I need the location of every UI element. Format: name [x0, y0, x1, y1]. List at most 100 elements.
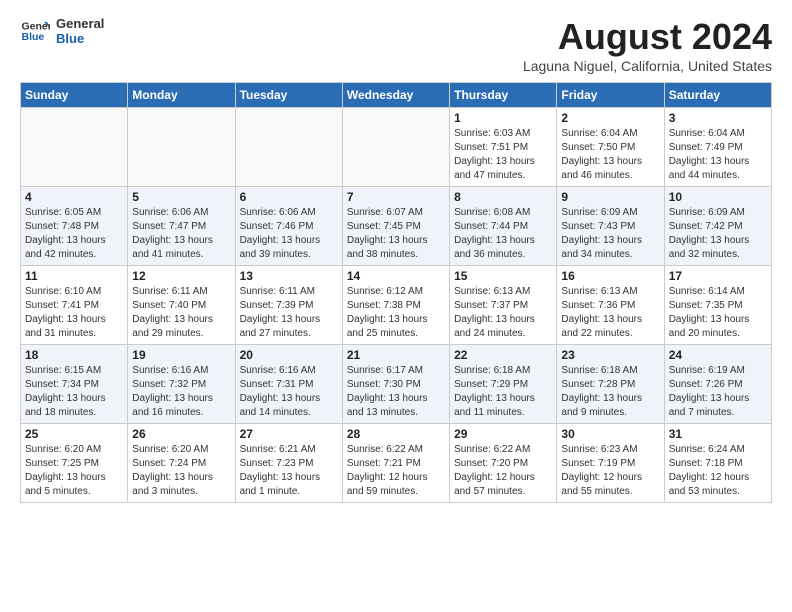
day-info: Sunrise: 6:24 AM Sunset: 7:18 PM Dayligh… [669, 443, 767, 499]
calendar-cell: 22 Sunrise: 6:18 AM Sunset: 7:29 PM Dayli… [450, 345, 557, 424]
day-number: 2 [561, 111, 659, 125]
day-number: 5 [132, 190, 230, 204]
calendar-cell: 31 Sunrise: 6:24 AM Sunset: 7:18 PM Dayli… [664, 424, 771, 503]
calendar-cell: 6 Sunrise: 6:06 AM Sunset: 7:46 PM Daylig… [235, 187, 342, 266]
day-info: Sunrise: 6:11 AM Sunset: 7:40 PM Dayligh… [132, 285, 230, 341]
logo-icon: General Blue [20, 16, 50, 46]
day-number: 12 [132, 269, 230, 283]
day-info: Sunrise: 6:19 AM Sunset: 7:26 PM Dayligh… [669, 364, 767, 420]
calendar-cell: 11 Sunrise: 6:10 AM Sunset: 7:41 PM Dayli… [21, 266, 128, 345]
day-info: Sunrise: 6:22 AM Sunset: 7:20 PM Dayligh… [454, 443, 552, 499]
day-number: 21 [347, 348, 445, 362]
calendar-cell: 15 Sunrise: 6:13 AM Sunset: 7:37 PM Dayli… [450, 266, 557, 345]
calendar-cell: 14 Sunrise: 6:12 AM Sunset: 7:38 PM Dayli… [342, 266, 449, 345]
calendar-cell: 3 Sunrise: 6:04 AM Sunset: 7:49 PM Daylig… [664, 108, 771, 187]
day-number: 9 [561, 190, 659, 204]
day-info: Sunrise: 6:09 AM Sunset: 7:42 PM Dayligh… [669, 206, 767, 262]
calendar-cell: 20 Sunrise: 6:16 AM Sunset: 7:31 PM Dayli… [235, 345, 342, 424]
calendar-cell: 1Sunrise: 6:03 AM Sunset: 7:51 PM Daylig… [450, 108, 557, 187]
column-header-friday: Friday [557, 83, 664, 108]
calendar-cell: 25 Sunrise: 6:20 AM Sunset: 7:25 PM Dayli… [21, 424, 128, 503]
calendar-cell: 2Sunrise: 6:04 AM Sunset: 7:50 PM Daylig… [557, 108, 664, 187]
day-info: Sunrise: 6:06 AM Sunset: 7:47 PM Dayligh… [132, 206, 230, 262]
day-number: 23 [561, 348, 659, 362]
calendar-cell: 4 Sunrise: 6:05 AM Sunset: 7:48 PM Daylig… [21, 187, 128, 266]
calendar-cell: 5 Sunrise: 6:06 AM Sunset: 7:47 PM Daylig… [128, 187, 235, 266]
calendar-cell: 18 Sunrise: 6:15 AM Sunset: 7:34 PM Dayli… [21, 345, 128, 424]
calendar-cell: 27 Sunrise: 6:21 AM Sunset: 7:23 PM Dayli… [235, 424, 342, 503]
day-number: 31 [669, 427, 767, 441]
day-info: Sunrise: 6:18 AM Sunset: 7:29 PM Dayligh… [454, 364, 552, 420]
calendar-cell: 26Sunrise: 6:20 AM Sunset: 7:24 PM Dayli… [128, 424, 235, 503]
calendar-cell: 17Sunrise: 6:14 AM Sunset: 7:35 PM Dayli… [664, 266, 771, 345]
column-header-sunday: Sunday [21, 83, 128, 108]
day-info: Sunrise: 6:08 AM Sunset: 7:44 PM Dayligh… [454, 206, 552, 262]
location: Laguna Niguel, California, United States [523, 58, 772, 74]
day-number: 7 [347, 190, 445, 204]
day-number: 17 [669, 269, 767, 283]
calendar-cell: 16 Sunrise: 6:13 AM Sunset: 7:36 PM Dayli… [557, 266, 664, 345]
day-info: Sunrise: 6:20 AM Sunset: 7:25 PM Dayligh… [25, 443, 123, 499]
calendar-week-2: 4 Sunrise: 6:05 AM Sunset: 7:48 PM Daylig… [21, 187, 772, 266]
calendar-cell: 13 Sunrise: 6:11 AM Sunset: 7:39 PM Dayli… [235, 266, 342, 345]
day-number: 16 [561, 269, 659, 283]
day-number: 4 [25, 190, 123, 204]
day-number: 13 [240, 269, 338, 283]
day-info: Sunrise: 6:09 AM Sunset: 7:43 PM Dayligh… [561, 206, 659, 262]
day-info: Sunrise: 6:06 AM Sunset: 7:46 PM Dayligh… [240, 206, 338, 262]
day-info: Sunrise: 6:03 AM Sunset: 7:51 PM Dayligh… [454, 127, 552, 183]
page-header: General Blue General Blue August 2024 La… [20, 16, 772, 74]
column-header-tuesday: Tuesday [235, 83, 342, 108]
day-number: 24 [669, 348, 767, 362]
day-number: 30 [561, 427, 659, 441]
day-number: 20 [240, 348, 338, 362]
day-number: 25 [25, 427, 123, 441]
day-info: Sunrise: 6:13 AM Sunset: 7:37 PM Dayligh… [454, 285, 552, 341]
calendar-week-1: 1Sunrise: 6:03 AM Sunset: 7:51 PM Daylig… [21, 108, 772, 187]
day-info: Sunrise: 6:15 AM Sunset: 7:34 PM Dayligh… [25, 364, 123, 420]
title-block: August 2024 Laguna Niguel, California, U… [523, 16, 772, 74]
calendar-header-row: SundayMondayTuesdayWednesdayThursdayFrid… [21, 83, 772, 108]
day-number: 18 [25, 348, 123, 362]
column-header-thursday: Thursday [450, 83, 557, 108]
column-header-saturday: Saturday [664, 83, 771, 108]
day-number: 22 [454, 348, 552, 362]
day-info: Sunrise: 6:10 AM Sunset: 7:41 PM Dayligh… [25, 285, 123, 341]
column-header-monday: Monday [128, 83, 235, 108]
day-number: 26 [132, 427, 230, 441]
day-info: Sunrise: 6:11 AM Sunset: 7:39 PM Dayligh… [240, 285, 338, 341]
day-info: Sunrise: 6:17 AM Sunset: 7:30 PM Dayligh… [347, 364, 445, 420]
calendar-week-4: 18 Sunrise: 6:15 AM Sunset: 7:34 PM Dayli… [21, 345, 772, 424]
calendar-week-3: 11 Sunrise: 6:10 AM Sunset: 7:41 PM Dayli… [21, 266, 772, 345]
day-number: 15 [454, 269, 552, 283]
day-number: 10 [669, 190, 767, 204]
calendar-cell: 24 Sunrise: 6:19 AM Sunset: 7:26 PM Dayli… [664, 345, 771, 424]
day-info: Sunrise: 6:22 AM Sunset: 7:21 PM Dayligh… [347, 443, 445, 499]
day-number: 11 [25, 269, 123, 283]
day-info: Sunrise: 6:12 AM Sunset: 7:38 PM Dayligh… [347, 285, 445, 341]
day-info: Sunrise: 6:21 AM Sunset: 7:23 PM Dayligh… [240, 443, 338, 499]
calendar-cell: 12 Sunrise: 6:11 AM Sunset: 7:40 PM Dayli… [128, 266, 235, 345]
day-number: 19 [132, 348, 230, 362]
svg-text:Blue: Blue [22, 31, 45, 43]
logo-line2: Blue [56, 31, 104, 46]
day-info: Sunrise: 6:04 AM Sunset: 7:49 PM Dayligh… [669, 127, 767, 183]
calendar-cell: 19Sunrise: 6:16 AM Sunset: 7:32 PM Dayli… [128, 345, 235, 424]
calendar-cell: 29Sunrise: 6:22 AM Sunset: 7:20 PM Dayli… [450, 424, 557, 503]
day-number: 3 [669, 111, 767, 125]
day-info: Sunrise: 6:05 AM Sunset: 7:48 PM Dayligh… [25, 206, 123, 262]
day-number: 14 [347, 269, 445, 283]
day-info: Sunrise: 6:13 AM Sunset: 7:36 PM Dayligh… [561, 285, 659, 341]
day-info: Sunrise: 6:23 AM Sunset: 7:19 PM Dayligh… [561, 443, 659, 499]
calendar-cell [21, 108, 128, 187]
calendar-cell: 30 Sunrise: 6:23 AM Sunset: 7:19 PM Dayli… [557, 424, 664, 503]
logo: General Blue General Blue [20, 16, 104, 46]
calendar-week-5: 25 Sunrise: 6:20 AM Sunset: 7:25 PM Dayli… [21, 424, 772, 503]
logo-line1: General [56, 16, 104, 31]
calendar-cell [128, 108, 235, 187]
day-info: Sunrise: 6:16 AM Sunset: 7:31 PM Dayligh… [240, 364, 338, 420]
day-number: 6 [240, 190, 338, 204]
day-number: 27 [240, 427, 338, 441]
day-info: Sunrise: 6:07 AM Sunset: 7:45 PM Dayligh… [347, 206, 445, 262]
calendar-cell: 9 Sunrise: 6:09 AM Sunset: 7:43 PM Daylig… [557, 187, 664, 266]
